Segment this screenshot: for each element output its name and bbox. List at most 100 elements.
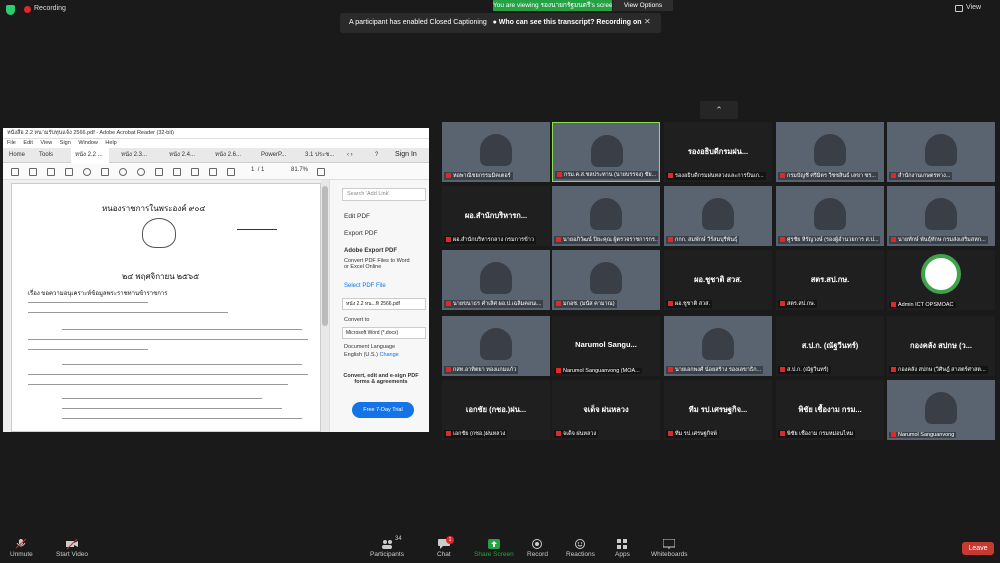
participant-label: สตร.สป.กษ. <box>778 300 818 308</box>
view-options-button[interactable]: View Options <box>613 0 673 11</box>
participant-tile[interactable]: นายทักษ์ พันธุ์ทักษ กรมส่งเสริมสหก... <box>887 186 995 246</box>
participant-tile[interactable]: ศูรชัย หิรัญวงษ์ (รองผู้อำนวยการ ส.ป... <box>776 186 884 246</box>
participant-tile[interactable]: รองอธิบดีกรมฝน... รองอธิบดีกรมฝนหลวงและกา… <box>664 122 772 182</box>
format-select[interactable]: Microsoft Word (*.docx) <box>342 327 426 339</box>
muted-mic-icon <box>780 237 785 243</box>
view-button[interactable]: View <box>966 4 981 11</box>
start-video-button[interactable]: Start Video <box>56 539 88 558</box>
menu-window[interactable]: Window <box>78 140 98 146</box>
participant-video <box>925 392 957 424</box>
apps-button[interactable]: Apps <box>615 539 630 558</box>
tab-doc-5[interactable]: PowerP... <box>261 148 293 163</box>
tab-doc-2[interactable]: หนัง 2.3... <box>121 148 153 163</box>
menu-edit[interactable]: Edit <box>23 140 32 146</box>
participant-tile[interactable]: พิชัย เชื้องาม กรม... พิชัย เชื้องาม กรมห… <box>776 380 884 440</box>
record-button[interactable]: Record <box>527 539 548 558</box>
edit-pdf-tool[interactable]: Edit PDF <box>344 213 370 220</box>
save-icon[interactable] <box>11 168 19 176</box>
pointer-icon[interactable] <box>101 168 109 176</box>
participant-label: เอกชัย (กชอ.)ฝนหลวง <box>444 430 508 438</box>
participant-tile[interactable]: กรม.ค.ส.ชลประทาน (นายบรรจง) ชัย... <box>552 122 660 182</box>
muted-mic-icon <box>668 173 673 179</box>
tab-home[interactable]: Home <box>9 148 25 163</box>
participant-tile[interactable]: เอกชัย (กชอ.)ฝน... เอกชัย (กชอ.)ฝนหลวง <box>442 380 550 440</box>
tab-scroll-icon[interactable]: ‹ › <box>347 148 353 163</box>
participant-tile[interactable]: ผอ.สำนักบริหารก... ผอ.สำนักบริหารกลาง กรม… <box>442 186 550 246</box>
export-pdf-tool[interactable]: Export PDF <box>344 230 378 237</box>
menu-view[interactable]: View <box>40 140 52 146</box>
participant-tile[interactable]: ส.ป.ก. (ณัฐวีนทร์) ส.ป.ก. (ณัฐวีนทร์) <box>776 316 884 376</box>
participant-video <box>702 198 734 230</box>
print-icon[interactable] <box>65 168 73 176</box>
participant-tile[interactable]: กกก. สมพักษ์ วีร์สมบุรีพันธุ์ <box>664 186 772 246</box>
participant-tile[interactable]: นายขนาธร คำเลิศ ผอ.ป.เฉลิมคอนเ... <box>442 250 550 310</box>
participant-name: เอกชัย (กชอ.)ฝน... <box>465 405 527 414</box>
participant-tile[interactable]: กองคลัง สปกษ (ว... กองคลัง สปกษ (วิศิษฎ์ … <box>887 316 995 376</box>
sign-in-button[interactable]: Sign In <box>395 151 417 158</box>
upload-icon[interactable] <box>47 168 55 176</box>
search-icon[interactable] <box>83 168 91 176</box>
participant-tile[interactable]: Narumol Sangu... Narumol Sanguanvong (MOA… <box>552 316 660 376</box>
participant-label: จเด็จ ฝนหลวง <box>554 430 599 438</box>
participant-label-text: Admin ICT OPSMOAC <box>898 302 954 308</box>
menu-sign[interactable]: Sign <box>60 140 71 146</box>
fit-page-icon[interactable] <box>317 168 325 176</box>
text-select-icon[interactable] <box>173 168 181 176</box>
leave-button[interactable]: Leave <box>962 542 994 555</box>
close-icon[interactable]: ✕ <box>644 17 651 26</box>
unmute-button[interactable]: Unmute <box>10 539 33 558</box>
view-icon[interactable] <box>955 5 963 12</box>
recording-label[interactable]: Recording <box>34 5 66 12</box>
undo-icon[interactable] <box>119 168 127 176</box>
participant-tile[interactable]: หอพาณิชยกรรมมิคเตอร์ <box>442 122 550 182</box>
whiteboards-button[interactable]: Whiteboards <box>651 539 688 558</box>
participant-label: สำนักงานเกษตรทาง... <box>889 172 953 180</box>
page-current[interactable]: 1 <box>251 167 254 173</box>
annotate-icon[interactable] <box>191 168 199 176</box>
page-indicator[interactable]: 1 / 1 <box>251 167 264 173</box>
shield-icon[interactable] <box>6 5 15 15</box>
muted-mic-icon <box>556 368 561 374</box>
participant-tile[interactable]: กรมบัญชี ศรีมิตร วีชชสินธ์ เลขา ซร... <box>776 122 884 182</box>
participant-tile[interactable]: ผอ.ชูชาติ สวส. ผอ.ชูชาติ สวส. <box>664 250 772 310</box>
muted-mic-icon <box>446 367 451 373</box>
chevron-up-icon[interactable]: ⌃ <box>700 101 738 119</box>
change-lang-link[interactable]: Change <box>379 352 398 358</box>
tools-search-input[interactable]: Search 'Add Link' <box>342 188 426 201</box>
zoom-level[interactable]: 81.7% <box>291 167 308 173</box>
free-trial-button[interactable]: Free 7-Day Trial <box>352 402 414 418</box>
scissors-icon[interactable] <box>155 168 163 176</box>
pdf-page[interactable]: หนองราชการในพระองค์ ๙๐๔ ๒๔ พฤศจิกายน ๒๕๖… <box>11 183 321 432</box>
participant-tile[interactable]: Narumol Sanguanvong <box>887 380 995 440</box>
tab-doc-3[interactable]: หนัง 2.4... <box>169 148 201 163</box>
reactions-button[interactable]: Reactions <box>566 539 595 558</box>
participant-tile[interactable]: กสท.อาทิตยา ทองแกมแก้ว <box>442 316 550 376</box>
participant-tile[interactable]: Admin ICT OPSMOAC <box>887 250 995 310</box>
caption-transcript-link[interactable]: Who can see this transcript? Recording o… <box>499 19 642 26</box>
share-screen-button[interactable]: Share Screen <box>474 539 514 558</box>
tab-doc-1[interactable]: หนัง 2.2 ... <box>71 148 109 163</box>
page-up-icon[interactable] <box>227 168 235 176</box>
participant-tile[interactable]: สตร.สป.กษ. สตร.สป.กษ. <box>776 250 884 310</box>
participant-label-text: พิชัย เชื้องาม กรมหม่อนไหม <box>787 431 854 437</box>
participant-tile[interactable]: มกอช. (มนัส คามาณ) <box>552 250 660 310</box>
scrollbar-thumb[interactable] <box>322 186 328 326</box>
redo-icon[interactable] <box>137 168 145 176</box>
select-file-link[interactable]: Select PDF File <box>344 283 386 289</box>
tab-doc-6[interactable]: 3.1 ประช... <box>305 148 341 163</box>
screenshot-icon[interactable] <box>209 168 217 176</box>
help-icon[interactable]: ? <box>375 148 378 163</box>
participant-label-text: ผอ.สำนักบริหารกลาง กรมการข้าว <box>453 237 534 243</box>
tab-doc-4[interactable]: หนัง 2.6... <box>215 148 247 163</box>
menu-help[interactable]: Help <box>105 140 116 146</box>
participant-tile[interactable]: นายอภิวัฒน์ ปิยะคุณ ผู้ตรวจราชการกร... <box>552 186 660 246</box>
tab-tools[interactable]: Tools <box>39 148 53 163</box>
star-icon[interactable] <box>29 168 37 176</box>
selected-file[interactable]: หนัง 2.2 หน...ทิ 2566.pdf <box>342 298 426 310</box>
participant-video <box>590 198 622 230</box>
menu-file[interactable]: File <box>7 140 16 146</box>
participant-tile[interactable]: นายเอกพงศ์ น้อยสร้าง รองเลขาธิก... <box>664 316 772 376</box>
participant-tile[interactable]: ทีม รป.เศรษฐกิจ... ทีม รป.เศรษฐกิจพ้ <box>664 380 772 440</box>
participant-tile[interactable]: สำนักงานเกษตรทาง... <box>887 122 995 182</box>
participant-tile[interactable]: จเด็จ ฝนหลวง จเด็จ ฝนหลวง <box>552 380 660 440</box>
